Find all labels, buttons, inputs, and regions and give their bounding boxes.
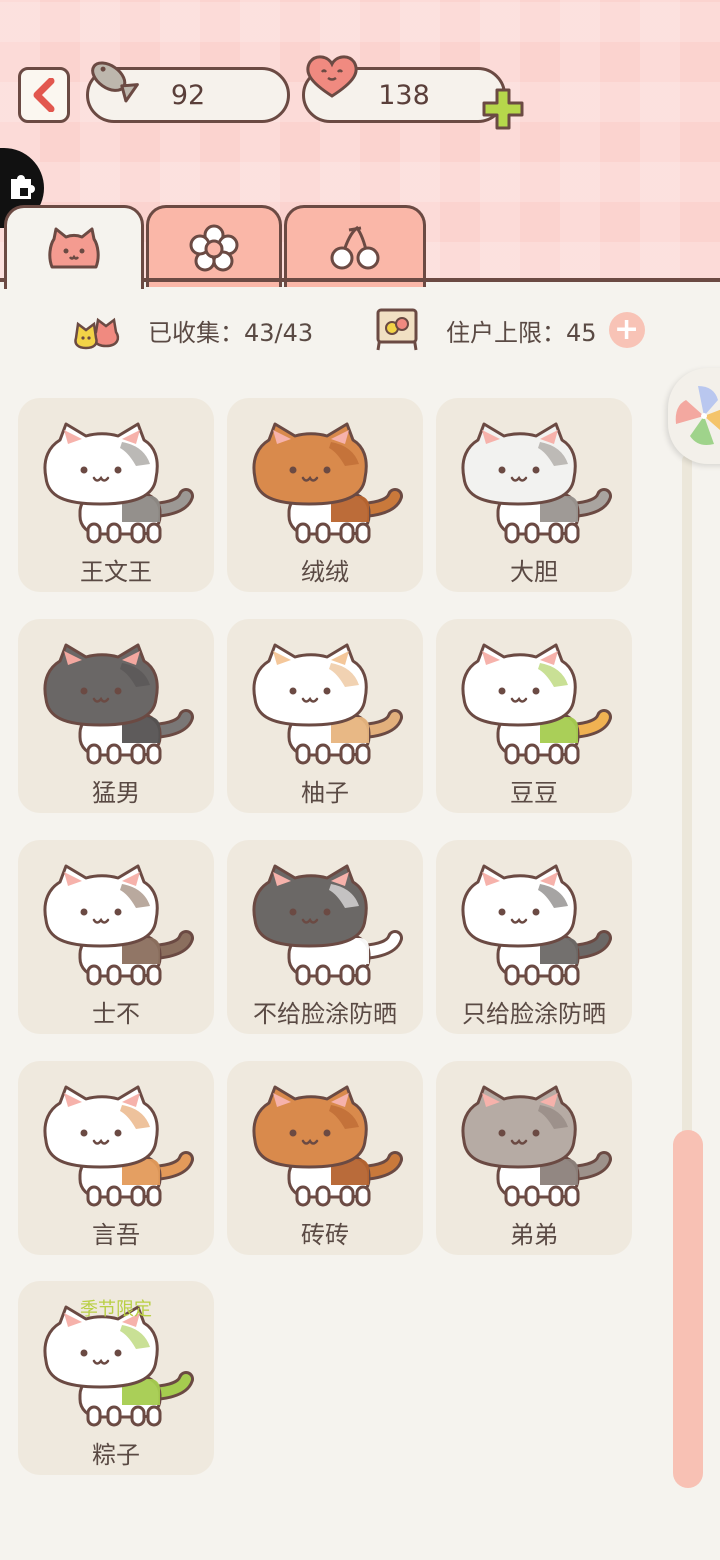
cat-card[interactable]: 不给脸涂防晒 — [227, 840, 423, 1034]
capacity-stat: 住户上限：45 + — [370, 308, 645, 352]
seasonal-badge: 季节限定 — [80, 1299, 152, 1320]
cat-icon — [43, 422, 194, 544]
cat-name: 柚子 — [301, 779, 349, 807]
cat-name: 王文王 — [80, 558, 152, 586]
cat-card[interactable]: 豆豆 — [436, 619, 632, 813]
cat-name: 弟弟 — [510, 1221, 558, 1249]
tab-cats[interactable] — [4, 205, 144, 289]
cat-group-icon — [74, 317, 120, 350]
cat-icon — [461, 864, 612, 986]
cat-card[interactable]: 柚子 — [227, 619, 423, 813]
cat-card[interactable]: 猛男 — [18, 619, 214, 813]
cat-card[interactable]: 士不 — [18, 840, 214, 1034]
chevron-left-icon — [33, 78, 55, 112]
cat-name: 言吾 — [92, 1221, 140, 1249]
cat-icon — [461, 422, 612, 544]
cherry-icon — [330, 225, 380, 269]
cat-icon — [43, 1305, 194, 1427]
cat-card[interactable]: 绒绒 — [227, 398, 423, 592]
cat-icon — [252, 864, 403, 986]
signboard-icon — [376, 308, 418, 351]
scrollbar-thumb[interactable] — [673, 1130, 703, 1488]
cat-card[interactable]: 季节限定 粽子 — [18, 1281, 214, 1475]
tab-flowers[interactable] — [146, 205, 282, 287]
collected-count: 已收集：43/43 — [148, 318, 314, 347]
cat-card[interactable]: 砖砖 — [227, 1061, 423, 1255]
cat-card[interactable]: 大胆 — [436, 398, 632, 592]
capacity-count: 住户上限：45 — [446, 318, 597, 347]
puzzle-icon — [11, 175, 35, 199]
pinwheel-button[interactable] — [668, 368, 720, 464]
pinwheel-icon — [675, 386, 720, 445]
cat-icon — [461, 643, 612, 765]
cat-name: 粽子 — [92, 1441, 140, 1469]
cat-name: 只给脸涂防晒 — [462, 1000, 606, 1028]
cat-icon — [43, 864, 194, 986]
heart-count: 138 — [378, 79, 430, 111]
cat-icon — [252, 422, 403, 544]
increase-capacity-button[interactable]: + — [608, 312, 645, 348]
cat-face-icon — [48, 227, 100, 268]
add-hearts-button[interactable] — [480, 86, 526, 132]
tab-cherries[interactable] — [284, 205, 426, 287]
cat-icon — [43, 643, 194, 765]
cat-icon — [43, 1085, 194, 1207]
cat-icon — [461, 1085, 612, 1207]
fish-icon — [91, 61, 139, 103]
cat-name: 绒绒 — [301, 558, 349, 586]
cat-icon — [252, 643, 403, 765]
cat-name: 豆豆 — [510, 779, 558, 807]
cat-card[interactable]: 言吾 — [18, 1061, 214, 1255]
fish-count: 92 — [170, 79, 206, 111]
cat-card[interactable]: 弟弟 — [436, 1061, 632, 1255]
cat-name: 士不 — [92, 1000, 140, 1028]
heart-icon — [306, 55, 358, 98]
collected-stat: 已收集：43/43 — [74, 308, 313, 352]
cat-card[interactable]: 王文王 — [18, 398, 214, 592]
cat-card[interactable]: 只给脸涂防晒 — [436, 840, 632, 1034]
cat-name: 不给脸涂防晒 — [253, 1000, 397, 1028]
back-button[interactable] — [18, 67, 70, 123]
cat-name: 大胆 — [510, 558, 558, 586]
cat-name: 猛男 — [92, 779, 140, 807]
cat-name: 砖砖 — [301, 1221, 349, 1249]
cat-icon — [252, 1085, 403, 1207]
flower-icon — [189, 224, 239, 271]
